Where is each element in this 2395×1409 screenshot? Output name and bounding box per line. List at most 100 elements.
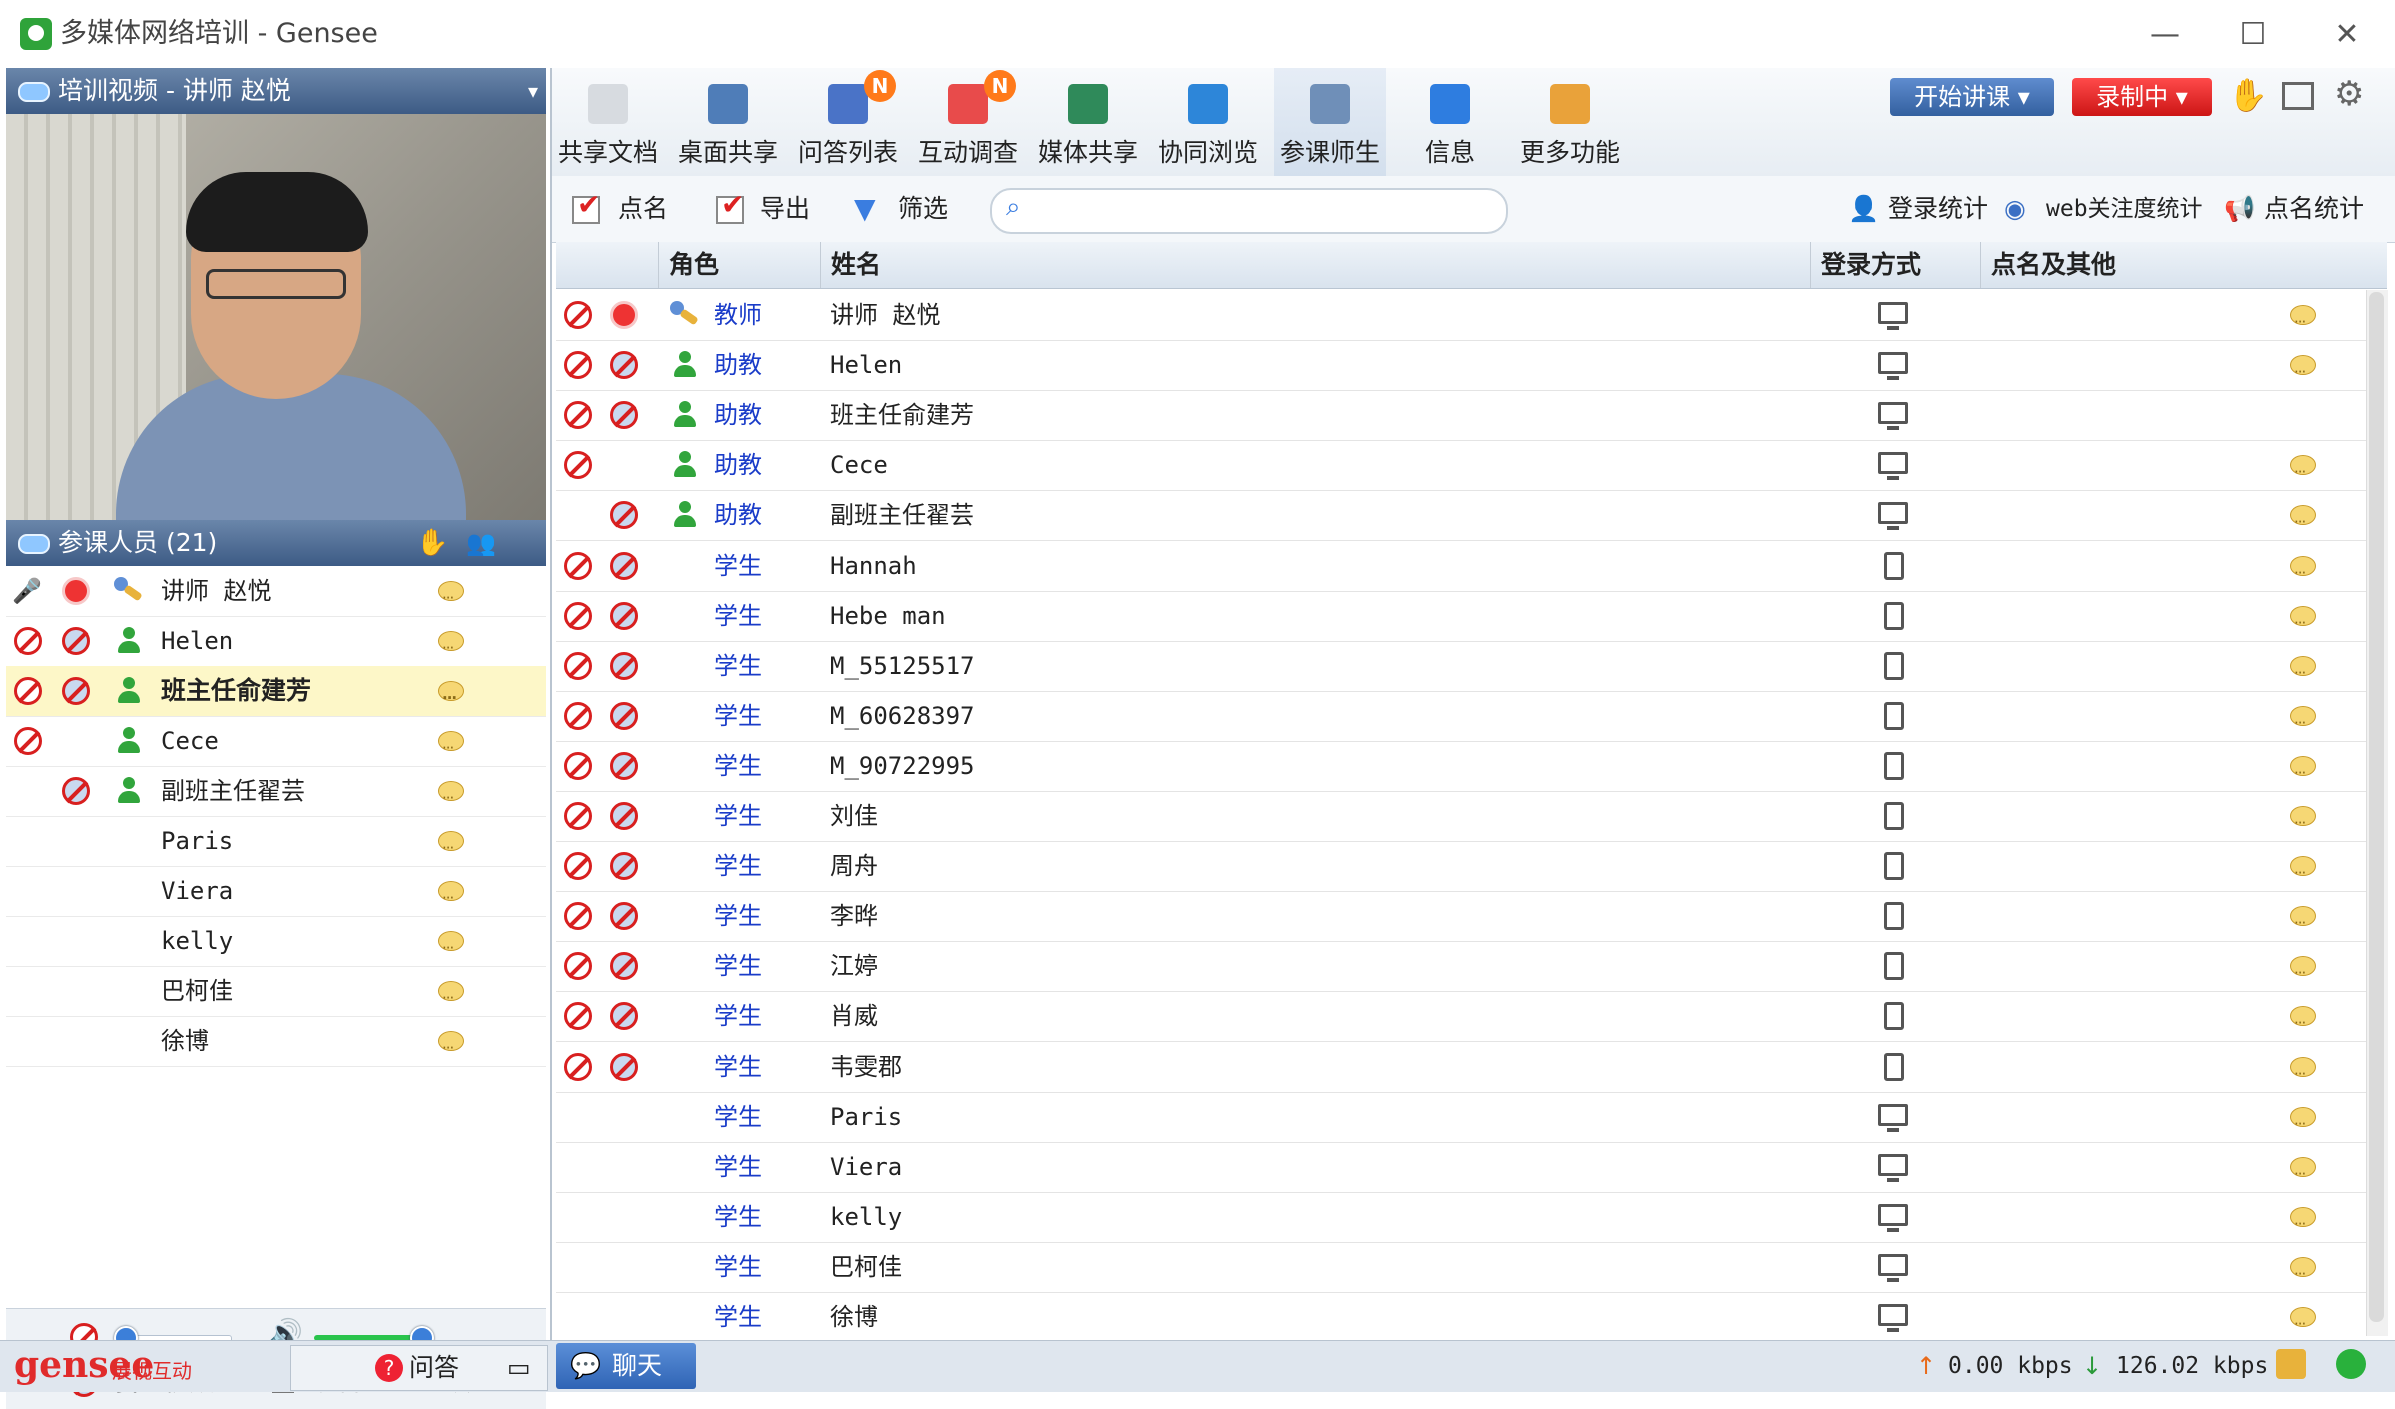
mic-off-icon[interactable] xyxy=(564,952,592,981)
start-lecture-button[interactable]: 开始讲课 ▾ xyxy=(1890,78,2054,116)
chat-icon[interactable] xyxy=(2290,848,2316,898)
camera-off-icon[interactable] xyxy=(62,677,90,705)
mic-off-icon[interactable] xyxy=(564,802,592,830)
table-row[interactable]: 助教 副班主任翟芸 xyxy=(556,490,2366,547)
participant-row[interactable]: 巴柯佳 xyxy=(6,966,546,1023)
toolbar-item-4[interactable]: 媒体共享 xyxy=(1032,68,1144,176)
chat-icon[interactable] xyxy=(438,873,464,923)
table-row[interactable]: 学生 肖威 xyxy=(556,991,2366,1048)
camera-off-icon[interactable] xyxy=(610,852,638,881)
table-row[interactable]: 助教 班主任俞建芳 xyxy=(556,390,2366,442)
participant-row[interactable]: 🎤 讲师 赵悦 xyxy=(6,566,546,623)
mic-off-icon[interactable] xyxy=(564,401,592,430)
minimize-qa-icon[interactable]: ▭ xyxy=(507,1346,531,1390)
chat-icon[interactable] xyxy=(2290,598,2316,648)
chat-icon[interactable] xyxy=(2290,898,2316,948)
mic-off-icon[interactable] xyxy=(564,301,592,329)
camera-off-icon[interactable] xyxy=(610,651,638,680)
maximize-button[interactable]: ☐ xyxy=(2218,10,2288,58)
panel-menu-icon[interactable]: ▾ xyxy=(528,68,538,114)
login-stats-button[interactable]: 登录统计 xyxy=(1888,190,1988,228)
chat-icon[interactable] xyxy=(2290,648,2316,698)
chat-icon[interactable] xyxy=(2290,1299,2316,1349)
mic-off-icon[interactable] xyxy=(14,727,42,755)
table-row[interactable]: 学生 徐博 xyxy=(556,1292,2366,1349)
table-row[interactable]: 助教 Cece xyxy=(556,440,2366,497)
table-row[interactable]: 学生 Paris xyxy=(556,1092,2366,1149)
table-row[interactable]: 学生 巴柯佳 xyxy=(556,1242,2366,1299)
chat-icon[interactable] xyxy=(438,723,464,773)
chat-icon[interactable] xyxy=(2290,748,2316,798)
chat-icon[interactable] xyxy=(438,573,464,623)
export-button[interactable]: 导出 xyxy=(760,190,810,228)
table-row[interactable]: 学生 江婷 xyxy=(556,941,2366,998)
table-row[interactable]: 学生 Hannah xyxy=(556,541,2366,598)
mic-off-icon[interactable] xyxy=(564,852,592,881)
toolbar-item-0[interactable]: 共享文档 xyxy=(552,68,664,176)
chat-icon[interactable] xyxy=(438,923,464,973)
toolbar-item-3[interactable]: N 互动调查 xyxy=(912,68,1024,176)
chat-icon[interactable] xyxy=(438,623,464,673)
camera-off-icon[interactable] xyxy=(610,601,638,630)
toolbar-item-8[interactable]: 更多功能 xyxy=(1514,68,1626,176)
toolbar-item-2[interactable]: N 问答列表 xyxy=(792,68,904,176)
camera-on-icon[interactable] xyxy=(610,301,638,329)
chat-icon[interactable] xyxy=(2290,497,2316,547)
participant-row[interactable]: Cece xyxy=(6,716,546,773)
chat-icon[interactable] xyxy=(2290,1249,2316,1299)
camera-off-icon[interactable] xyxy=(62,777,90,805)
chat-icon[interactable] xyxy=(438,973,464,1023)
table-row[interactable]: 学生 kelly xyxy=(556,1192,2366,1249)
settings-gear-icon[interactable]: ⚙ xyxy=(2334,74,2364,114)
close-button[interactable]: ✕ xyxy=(2312,10,2382,58)
camera-off-icon[interactable] xyxy=(610,401,638,430)
participant-row[interactable]: Viera xyxy=(6,866,546,923)
scrollbar-thumb[interactable] xyxy=(2369,292,2384,1322)
table-row[interactable]: 学生 Viera xyxy=(556,1142,2366,1199)
table-row[interactable]: 教师 讲师 赵悦 xyxy=(556,290,2366,347)
camera-off-icon[interactable] xyxy=(610,1002,638,1031)
qa-button[interactable]: ? 问答 ▭ xyxy=(290,1345,548,1391)
mic-off-icon[interactable] xyxy=(564,451,592,480)
chat-icon[interactable] xyxy=(2290,1049,2316,1099)
participant-row[interactable]: Paris xyxy=(6,816,546,873)
people-icon[interactable]: 👥 xyxy=(466,520,496,566)
chat-icon[interactable] xyxy=(2290,1199,2316,1249)
mic-off-icon[interactable] xyxy=(564,551,592,580)
participant-row[interactable]: 班主任俞建芳 xyxy=(6,666,546,723)
col-name[interactable]: 姓名 xyxy=(820,242,1361,288)
toolbar-item-1[interactable]: 桌面共享 xyxy=(672,68,784,176)
table-row[interactable]: 学生 M_55125517 xyxy=(556,641,2366,698)
web-stats-button[interactable]: web关注度统计 xyxy=(2046,190,2203,228)
mic-off-icon[interactable] xyxy=(564,701,592,730)
toolbar-item-6[interactable]: 参课师生 xyxy=(1274,68,1386,176)
mic-off-icon[interactable] xyxy=(14,677,42,705)
search-input[interactable] xyxy=(1038,194,1492,226)
camera-off-icon[interactable] xyxy=(610,802,638,830)
chat-icon[interactable] xyxy=(2290,998,2316,1048)
mic-off-icon[interactable] xyxy=(564,902,592,931)
table-row[interactable]: 学生 李晔 xyxy=(556,891,2366,948)
toolbar-item-5[interactable]: 协同浏览 xyxy=(1152,68,1264,176)
chat-icon[interactable] xyxy=(2290,548,2316,598)
camera-on-icon[interactable] xyxy=(62,577,90,605)
mic-off-icon[interactable] xyxy=(564,1002,592,1031)
mic-on-icon[interactable]: 🎤 xyxy=(12,577,42,605)
table-row[interactable]: 助教 Helen xyxy=(556,340,2366,397)
camera-off-icon[interactable] xyxy=(610,751,638,780)
recording-button[interactable]: 录制中 ▾ xyxy=(2072,78,2212,116)
filter-button[interactable]: 筛选 xyxy=(898,190,948,228)
hand-icon[interactable]: ✋ xyxy=(416,520,448,566)
chat-icon[interactable] xyxy=(2290,347,2316,397)
filter-icon[interactable]: ▼ xyxy=(854,190,876,228)
rollcall-button[interactable]: 点名 xyxy=(618,190,668,228)
table-row[interactable]: 学生 Hebe man xyxy=(556,591,2366,648)
rollcall-icon[interactable] xyxy=(572,188,600,224)
mic-off-icon[interactable] xyxy=(564,351,592,380)
chat-icon[interactable] xyxy=(438,673,464,723)
mic-off-icon[interactable] xyxy=(564,1052,592,1081)
table-row[interactable]: 学生 M_60628397 xyxy=(556,691,2366,748)
camera-off-icon[interactable] xyxy=(62,627,90,655)
chat-tab[interactable]: 💬 聊天 xyxy=(556,1343,696,1389)
col-login[interactable]: 登录方式 xyxy=(1810,242,1961,288)
